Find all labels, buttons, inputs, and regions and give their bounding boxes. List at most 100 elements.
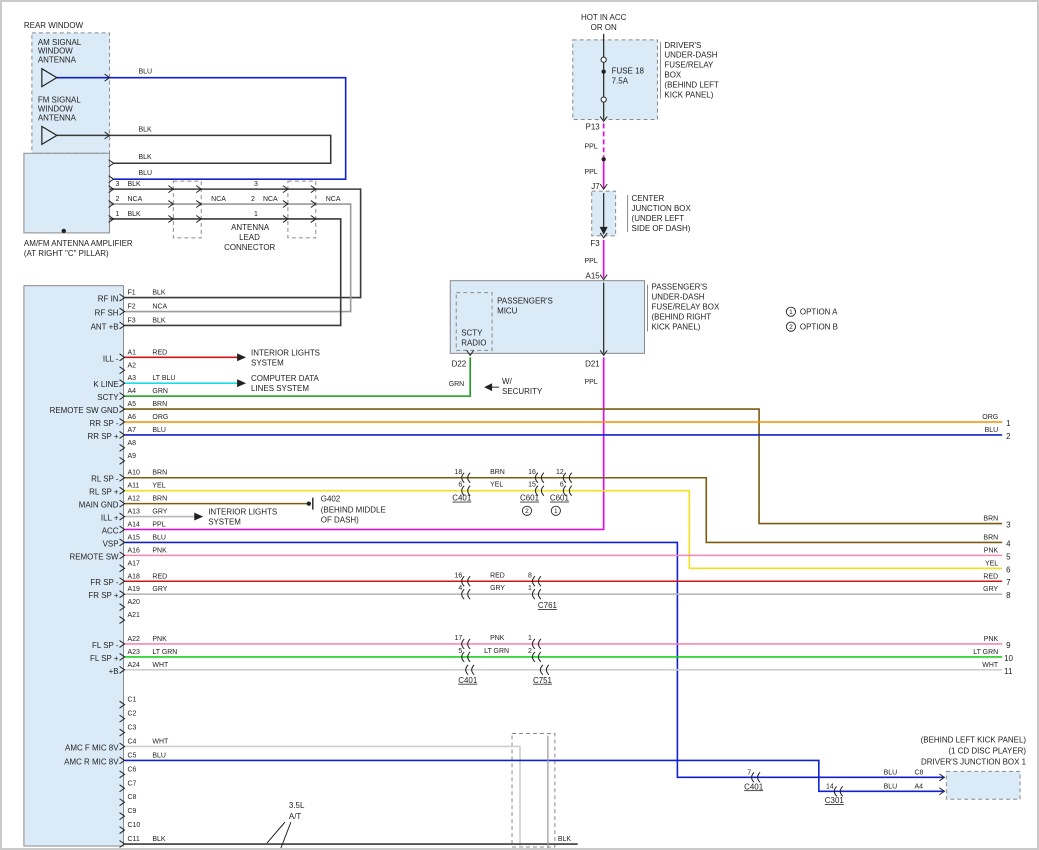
connector-label: C401 (458, 676, 478, 685)
connector-label: C751 (533, 676, 553, 685)
fuse-label: FUSE 18 (612, 67, 645, 76)
arrowhead (484, 383, 492, 391)
wire-color-label: YEL (152, 483, 165, 490)
label: 6 (560, 482, 564, 489)
label: GRY (490, 585, 505, 592)
pin-id: A2 (128, 362, 137, 369)
label: 16 (454, 572, 462, 579)
label: D22 (452, 359, 467, 368)
label: (BEHIND MIDDLE (321, 506, 386, 515)
pin-function-label: AMC R MIC 8V (64, 757, 119, 766)
label: SIDE OF DASH) (632, 224, 691, 233)
label: BRN (983, 516, 998, 523)
label: 6 (458, 482, 462, 489)
ground-label: G402 (321, 495, 341, 504)
label: LINES SYSTEM (251, 384, 309, 393)
label: A15 (586, 272, 601, 281)
wire-color-label: GRY (152, 509, 167, 516)
label: 8 (528, 572, 532, 579)
pin-id: F1 (128, 290, 136, 297)
pin-function-label: SCTY (97, 393, 119, 402)
antenna-amplifier-box (24, 153, 110, 233)
pin-id: A11 (128, 483, 140, 490)
label: 1 (554, 508, 558, 515)
label: SYSTEM (251, 358, 284, 367)
label: BLK (138, 126, 152, 133)
label: BLU (138, 170, 152, 177)
a15-blu-vsp (125, 542, 945, 777)
a5-brn-remote-gnd (125, 409, 1003, 523)
pin-function-label: RR SP - (90, 419, 119, 428)
pin-function-label: ANT +B (91, 322, 119, 331)
label: C8 (914, 769, 923, 776)
pin-id: A6 (128, 414, 137, 421)
pin-id: C2 (128, 711, 137, 718)
pin-id: C3 (128, 725, 137, 732)
label: SYSTEM (208, 518, 241, 527)
wire-color-label: ORG (152, 414, 168, 421)
label: BOX (664, 71, 681, 80)
label: 3 (254, 181, 258, 188)
wiring-diagram: REAR WINDOWAM SIGNALWINDOWANTENNAFM SIGN… (2, 2, 1037, 848)
label: F3 (590, 239, 600, 248)
wire-color-label: RED (152, 573, 167, 580)
amplifier-label: AM/FM ANTENNA AMPLIFIER (24, 239, 133, 248)
label: 2 (1006, 432, 1011, 441)
label: 8 (1006, 591, 1011, 600)
pin-id: A8 (128, 440, 137, 447)
label: 16 (528, 469, 536, 476)
label: INTERIOR LIGHTS (251, 348, 320, 357)
label: 10 (1004, 654, 1013, 663)
label: 3 (1006, 521, 1011, 530)
label: P13 (586, 122, 601, 131)
amp-pin1-to-f3-blk (110, 219, 341, 325)
label: 4 (458, 585, 462, 592)
label: LT GRN (484, 648, 509, 655)
pin-id: A12 (128, 496, 141, 503)
label: LT GRN (973, 649, 998, 656)
pin-function-label: RF SH (95, 309, 119, 318)
label: PPL (585, 258, 598, 265)
pin-id: A4 (128, 388, 137, 395)
label: 11 (1004, 667, 1013, 676)
label: 9 (1006, 641, 1011, 650)
label: FUSE/RELAY (664, 61, 714, 70)
label: LEAD (239, 233, 260, 242)
label: CONNECTOR (224, 243, 275, 252)
pin-id: A16 (128, 547, 141, 554)
pin-id: A19 (128, 586, 141, 593)
pin-id: A1 (128, 349, 137, 356)
label: PNK (984, 547, 999, 554)
label: 15 (528, 482, 536, 489)
label: NCA (211, 196, 226, 203)
label: PASSENGER'S (651, 283, 707, 292)
label: 7 (1006, 578, 1011, 587)
label: BLK (558, 836, 572, 843)
wire-color-label: LT BLU (152, 375, 175, 382)
pin-function-label: REMOTE SW GND (50, 406, 119, 415)
arrowhead (194, 513, 203, 521)
connector-label: C401 (744, 782, 764, 791)
label: (BEHIND LEFT KICK PANEL) (921, 736, 1027, 745)
pin-function-label: +B (109, 667, 119, 676)
label: UNDER-DASH (664, 51, 717, 60)
connector-label: C761 (538, 601, 558, 610)
wire-color-label: RED (152, 349, 167, 356)
wire-color-label: GRN (152, 388, 168, 395)
pin-function-label: FR SP + (88, 591, 118, 600)
pin-function-label: AMC F MIC 8V (65, 743, 119, 752)
pin-id: A3 (128, 375, 137, 382)
label: FM SIGNAL (38, 96, 81, 105)
pin-function-label: RF IN (98, 295, 119, 304)
label: ANTENNA (38, 56, 77, 65)
wire-color-label: LT GRN (152, 649, 177, 656)
label: (AT RIGHT "C" PILLAR) (24, 249, 109, 258)
pin-function-label: ILL + (101, 514, 119, 523)
pin-function-label: FL SP - (92, 641, 119, 650)
drivers-junction-box (946, 771, 1020, 799)
label: BLU (138, 69, 152, 76)
label: BLK (128, 181, 142, 188)
label: 1 (528, 585, 532, 592)
junction-dot (307, 501, 311, 505)
label: AM SIGNAL (38, 38, 82, 47)
